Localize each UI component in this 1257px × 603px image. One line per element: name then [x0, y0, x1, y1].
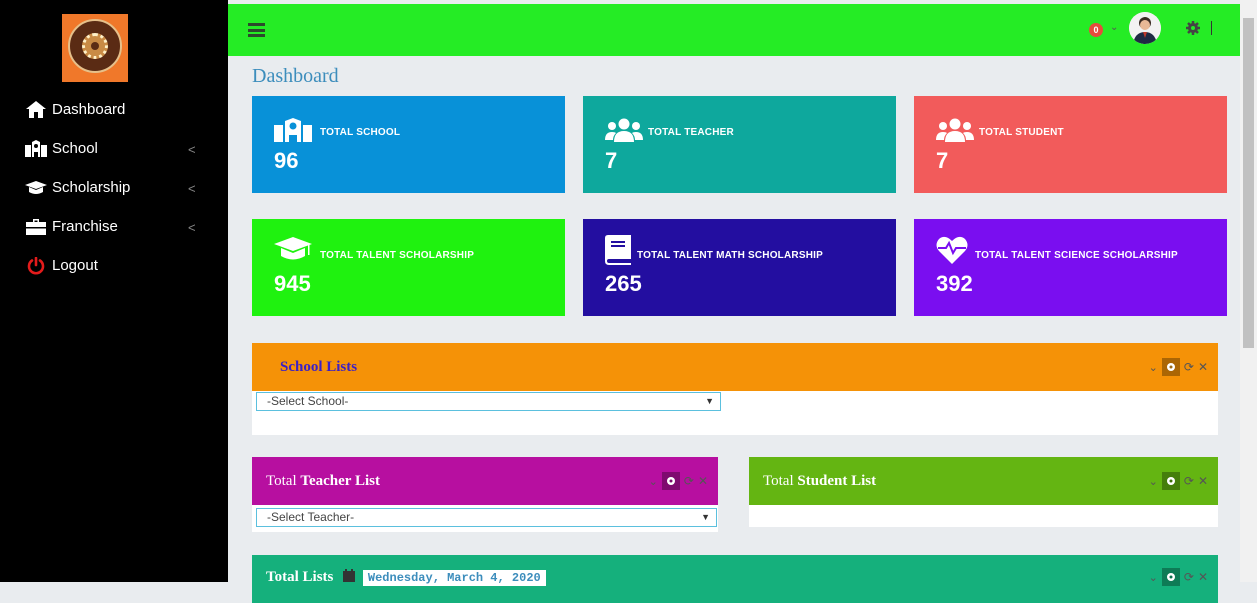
notification-badge[interactable]: 0	[1089, 23, 1103, 37]
stat-label: TOTAL TALENT MATH SCHOLARSHIP	[637, 250, 823, 261]
teacher-select[interactable]: -Select Teacher- ▼	[256, 508, 717, 527]
stat-value: 7	[936, 148, 949, 173]
panel-title: Total Teacher List	[266, 457, 380, 505]
panel-title-prefix: Total	[763, 473, 798, 489]
chevron-left-icon: <	[188, 220, 196, 235]
sidebar-item-label: School	[52, 140, 98, 157]
stat-value: 392	[936, 271, 973, 296]
teacher-list-panel: Total Teacher List ⌄ ⟳ ✕ -Select Teacher…	[252, 457, 718, 532]
sidebar-item-scholarship[interactable]: Scholarship <	[0, 168, 228, 207]
sidebar-item-logout[interactable]: Logout	[0, 246, 228, 285]
student-list-panel: Total Student List ⌄ ⟳ ✕	[749, 457, 1218, 527]
sidebar-item-label: Dashboard	[52, 101, 126, 118]
refresh-icon[interactable]: ⟳	[684, 474, 694, 488]
school-icon	[25, 140, 47, 157]
panel-tools: ⌄ ⟳ ✕	[1149, 358, 1208, 376]
sidebar-nav: Dashboard School < Scholarship < Franchi…	[0, 90, 228, 285]
panel-title-bold: Teacher List	[300, 473, 380, 489]
panel-title-prefix: Total	[266, 473, 301, 489]
graduation-cap-icon	[25, 180, 47, 195]
chevron-down-icon[interactable]: ⌄	[1110, 22, 1118, 33]
panel-title: Total Lists Wednesday, March 4, 2020	[266, 555, 546, 600]
avatar[interactable]	[1129, 12, 1161, 44]
sidebar-item-franchise[interactable]: Franchise <	[0, 207, 228, 246]
stat-label: TOTAL SCHOOL	[320, 127, 401, 138]
stat-label: TOTAL STUDENT	[979, 127, 1064, 138]
stat-label: TOTAL TALENT SCHOLARSHIP	[320, 250, 475, 261]
topbar: 0 ⌄	[228, 4, 1240, 56]
caret-down-icon: ▼	[701, 512, 710, 522]
sidebar-item-label: Franchise	[52, 218, 118, 235]
stat-total-talent-math-scholarship: TOTAL TALENT MATH SCHOLARSHIP 265	[583, 219, 896, 316]
sidebar-item-label: Scholarship	[52, 179, 131, 196]
sidebar-item-label: Logout	[52, 257, 98, 274]
school-select[interactable]: -Select School- ▼	[256, 392, 721, 411]
stat-total-student: TOTAL STUDENT 7	[914, 96, 1227, 193]
stat-value: 96	[274, 148, 299, 173]
users-icon	[936, 118, 974, 147]
menu-toggle-icon[interactable]	[248, 23, 265, 37]
school-lists-panel: School Lists ⌄ ⟳ ✕ -Select School- ▼	[252, 343, 1218, 435]
panel-tools: ⌄ ⟳ ✕	[1149, 568, 1208, 586]
gear-icon[interactable]	[1186, 21, 1200, 40]
home-icon	[25, 101, 47, 118]
logo	[62, 14, 128, 82]
gear-icon[interactable]	[1161, 358, 1180, 376]
sidebar-item-dashboard[interactable]: Dashboard	[0, 90, 228, 129]
panel-title-bold: Student List	[797, 473, 877, 489]
briefcase-icon	[25, 218, 47, 235]
panel-title: Total Student List	[763, 457, 876, 505]
chevron-down-icon[interactable]: ⌄	[649, 475, 658, 488]
users-icon	[605, 118, 643, 147]
sidebar-item-school[interactable]: School <	[0, 129, 228, 168]
calendar-icon	[343, 556, 356, 600]
stat-total-teacher: TOTAL TEACHER 7	[583, 96, 896, 193]
close-icon[interactable]: ✕	[1198, 360, 1208, 374]
panel-header: Total Student List ⌄ ⟳ ✕	[749, 457, 1218, 505]
panel-title-text: Total Lists	[266, 569, 334, 585]
gear-icon[interactable]	[1161, 568, 1180, 586]
select-value: -Select School-	[267, 394, 349, 408]
chevron-left-icon: <	[188, 142, 196, 157]
page-title: Dashboard	[252, 65, 339, 87]
chevron-down-icon[interactable]: ⌄	[1149, 475, 1158, 488]
close-icon[interactable]: ✕	[1198, 474, 1208, 488]
panel-title: School Lists	[280, 359, 358, 375]
caret-down-icon: ▼	[705, 396, 714, 406]
refresh-icon[interactable]: ⟳	[1184, 474, 1194, 488]
stat-label: TOTAL TALENT SCIENCE SCHOLARSHIP	[975, 250, 1178, 261]
close-icon[interactable]: ✕	[698, 474, 708, 488]
stat-total-talent-scholarship: TOTAL TALENT SCHOLARSHIP 945	[252, 219, 565, 316]
date-display[interactable]: Wednesday, March 4, 2020	[362, 569, 546, 586]
divider	[1211, 21, 1212, 35]
graduation-cap-icon	[274, 237, 312, 266]
panel-tools: ⌄ ⟳ ✕	[1149, 472, 1208, 490]
chevron-down-icon[interactable]: ⌄	[1149, 361, 1158, 374]
select-value: -Select Teacher-	[267, 510, 355, 524]
gear-icon[interactable]	[1161, 472, 1180, 490]
scrollbar[interactable]	[1240, 0, 1257, 582]
panel-header: Total Lists Wednesday, March 4, 2020 ⌄ ⟳…	[252, 555, 1218, 603]
book-icon	[605, 235, 631, 270]
school-icon	[274, 118, 312, 147]
panel-header: School Lists ⌄ ⟳ ✕	[252, 343, 1218, 391]
stat-total-talent-science-scholarship: TOTAL TALENT SCIENCE SCHOLARSHIP 392	[914, 219, 1227, 316]
stat-value: 945	[274, 271, 311, 296]
sidebar: Dashboard School < Scholarship < Franchi…	[0, 0, 228, 582]
power-icon	[25, 256, 47, 275]
refresh-icon[interactable]: ⟳	[1184, 360, 1194, 374]
panel-tools: ⌄ ⟳ ✕	[649, 472, 708, 490]
chevron-left-icon: <	[188, 181, 196, 196]
stat-total-school: TOTAL SCHOOL 96	[252, 96, 565, 193]
stat-value: 7	[605, 148, 618, 173]
stat-label: TOTAL TEACHER	[648, 127, 734, 138]
heartbeat-icon	[936, 236, 968, 269]
scrollbar-thumb[interactable]	[1243, 18, 1254, 348]
total-lists-panel: Total Lists Wednesday, March 4, 2020 ⌄ ⟳…	[252, 555, 1218, 603]
stat-value: 265	[605, 271, 642, 296]
gear-icon[interactable]	[661, 472, 680, 490]
panel-header: Total Teacher List ⌄ ⟳ ✕	[252, 457, 718, 505]
